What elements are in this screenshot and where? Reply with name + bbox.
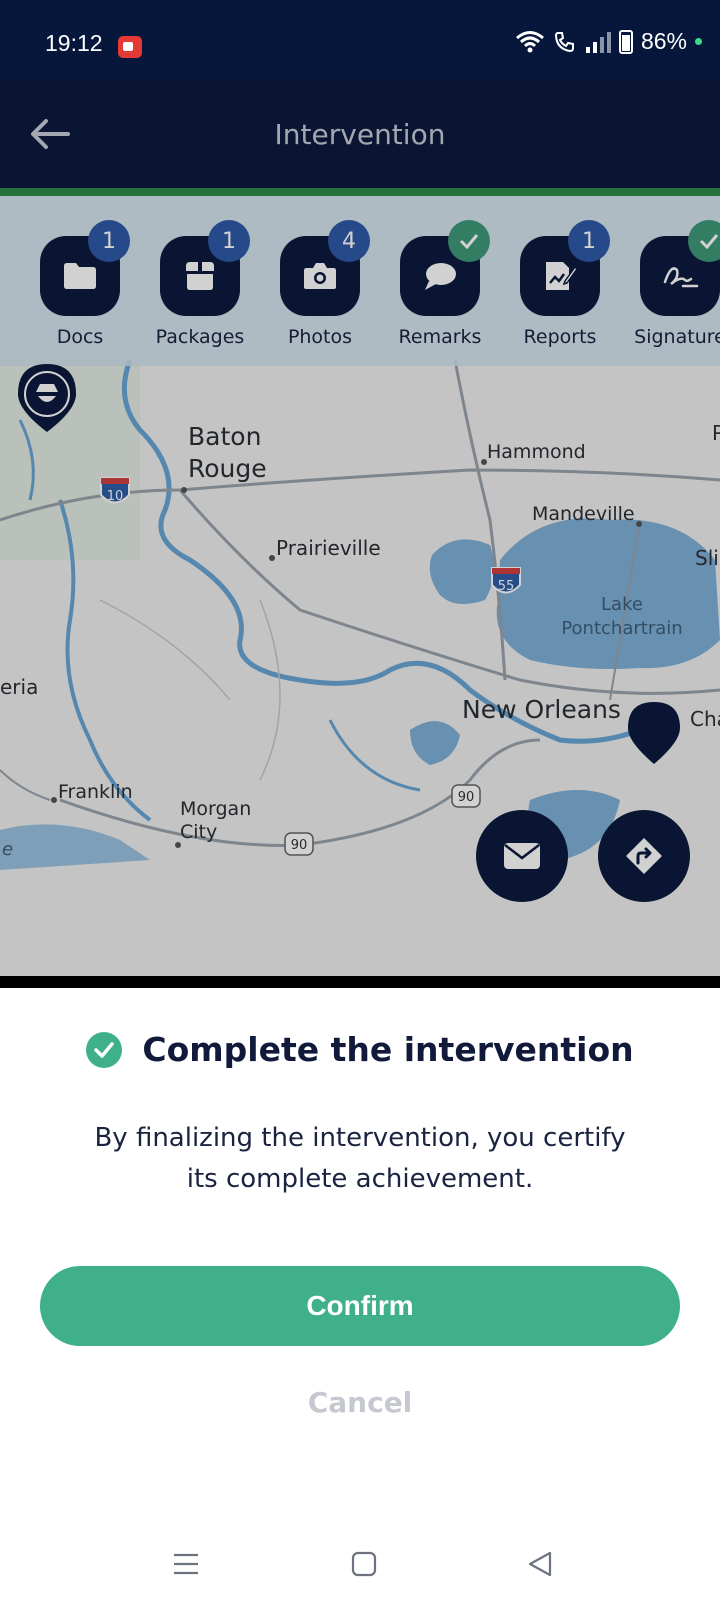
map-label-city: City bbox=[180, 821, 217, 843]
technician-location-pin-icon[interactable] bbox=[14, 362, 80, 434]
map-label-prairieville: Prairieville bbox=[276, 536, 381, 560]
check-circle-icon bbox=[86, 1031, 123, 1068]
wifi-call-icon bbox=[554, 31, 574, 52]
email-button[interactable] bbox=[476, 810, 568, 902]
sheet-description: By finalizing the intervention, you cert… bbox=[60, 1118, 660, 1200]
us-90-shield-b: 90 bbox=[284, 832, 314, 856]
confirm-button[interactable]: Confirm bbox=[40, 1266, 680, 1346]
map-label-p: P bbox=[712, 421, 720, 445]
tab-signature-label: Signature bbox=[634, 326, 720, 348]
directions-button[interactable] bbox=[598, 810, 690, 902]
map-label-sli: Sli bbox=[695, 546, 719, 570]
packages-button[interactable]: 1 bbox=[160, 220, 250, 316]
tab-photos-label: Photos bbox=[287, 326, 353, 348]
sheet-title: Complete the intervention bbox=[142, 1030, 634, 1069]
wifi-icon bbox=[515, 30, 544, 52]
recent-apps-icon[interactable] bbox=[172, 1550, 200, 1578]
tab-docs[interactable]: 1 Docs bbox=[20, 220, 140, 348]
us-90-shield-a: 90 bbox=[451, 784, 481, 808]
tab-remarks[interactable]: Remarks bbox=[380, 220, 500, 348]
map-label-new-orleans: New Orleans bbox=[462, 695, 621, 724]
tab-remarks-label: Remarks bbox=[398, 326, 482, 348]
map-label-franklin: Franklin bbox=[58, 781, 133, 803]
home-icon[interactable] bbox=[350, 1550, 378, 1578]
us-90-label-b: 90 bbox=[291, 838, 308, 853]
tab-docs-label: Docs bbox=[56, 326, 104, 348]
page-title: Intervention bbox=[274, 118, 446, 151]
sheet-header: Complete the intervention bbox=[0, 1030, 720, 1069]
tab-signature[interactable]: Signature bbox=[620, 220, 720, 348]
map-label-eria: eria bbox=[0, 675, 38, 699]
tab-packages-label: Packages bbox=[155, 326, 245, 348]
tab-packages[interactable]: 1 Packages bbox=[140, 220, 260, 348]
back-nav-icon[interactable] bbox=[526, 1550, 554, 1578]
photos-count-badge: 4 bbox=[328, 220, 370, 262]
signal-icon bbox=[585, 31, 611, 53]
signature-button[interactable] bbox=[640, 220, 720, 316]
tab-reports-label: Reports bbox=[523, 326, 597, 348]
screen-record-icon bbox=[118, 36, 142, 58]
progress-indicator bbox=[0, 188, 720, 196]
reports-count-badge: 1 bbox=[568, 220, 610, 262]
folder-icon bbox=[64, 263, 96, 289]
sheet-description-line2: its complete achievement. bbox=[186, 1164, 534, 1194]
chat-bubble-icon bbox=[425, 263, 456, 290]
map-label-lake: Lake bbox=[601, 594, 643, 615]
map-label-morgan: Morgan bbox=[180, 798, 251, 820]
packages-count-badge: 1 bbox=[208, 220, 250, 262]
status-time: 19:12 bbox=[45, 30, 103, 56]
cancel-button[interactable]: Cancel bbox=[260, 1376, 460, 1428]
sheet-description-line1: By finalizing the intervention, you cert… bbox=[94, 1123, 626, 1153]
tab-reports[interactable]: 1 Reports bbox=[500, 220, 620, 348]
directions-icon bbox=[626, 838, 662, 874]
map-label-rouge: Rouge bbox=[188, 454, 267, 483]
map-label-baton: Baton bbox=[188, 422, 261, 451]
map-label-pontchartrain: Pontchartrain bbox=[561, 618, 682, 639]
battery-icon bbox=[618, 29, 633, 54]
reports-button[interactable]: 1 bbox=[520, 220, 610, 316]
map-label-hammond: Hammond bbox=[487, 441, 586, 463]
battery-percent: 86% bbox=[640, 28, 687, 54]
map-label-e: e bbox=[2, 839, 13, 860]
sheet-divider bbox=[0, 976, 720, 988]
interstate-55-label: 55 bbox=[498, 579, 515, 594]
privacy-dot-icon bbox=[695, 38, 702, 45]
status-icons: 86% bbox=[515, 28, 702, 55]
docs-count-badge: 1 bbox=[88, 220, 130, 262]
interstate-10-label: 10 bbox=[107, 489, 124, 504]
map-label-cha: Cha bbox=[690, 707, 720, 731]
map-label-mandeville: Mandeville bbox=[532, 503, 635, 525]
us-90-label-a: 90 bbox=[458, 790, 475, 805]
envelope-icon bbox=[504, 843, 540, 869]
signature-done-badge bbox=[688, 220, 720, 262]
check-icon bbox=[699, 234, 719, 249]
photos-button[interactable]: 4 bbox=[280, 220, 370, 316]
package-icon bbox=[186, 262, 214, 290]
report-edit-icon bbox=[546, 262, 577, 290]
status-bar: 19:12 86% bbox=[0, 0, 720, 80]
camera-icon bbox=[304, 263, 336, 289]
remarks-done-badge bbox=[448, 220, 490, 262]
check-icon bbox=[459, 234, 479, 249]
docs-button[interactable]: 1 bbox=[40, 220, 130, 316]
remarks-button[interactable] bbox=[400, 220, 490, 316]
tab-photos[interactable]: 4 Photos bbox=[260, 220, 380, 348]
destination-pin-icon[interactable] bbox=[626, 700, 682, 766]
signature-icon bbox=[663, 267, 699, 288]
